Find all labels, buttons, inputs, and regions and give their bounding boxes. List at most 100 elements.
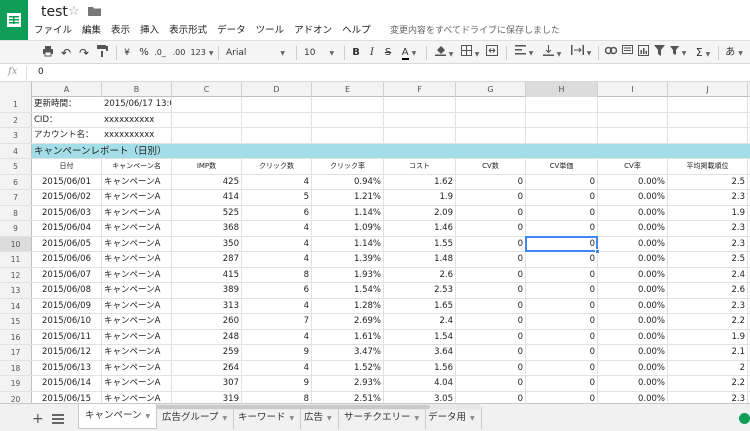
column-header-j[interactable]: J	[668, 82, 748, 97]
formula-input[interactable]: 0	[38, 67, 44, 77]
data-cell[interactable]: 259	[172, 345, 242, 360]
data-cell[interactable]: 1.9	[384, 190, 456, 205]
grid-cell[interactable]	[456, 128, 526, 143]
font-family-select[interactable]: Arial ▼	[224, 45, 292, 61]
column-header-c[interactable]: C	[172, 82, 242, 97]
data-cell[interactable]: 2.4	[384, 314, 456, 329]
grid-cell[interactable]	[526, 97, 598, 112]
paint-format-icon[interactable]	[94, 45, 110, 61]
grid-cell[interactable]	[526, 112, 598, 127]
row-header[interactable]: 7	[0, 190, 32, 205]
row-header[interactable]: 17	[0, 345, 32, 360]
data-cell[interactable]: 3.47%	[312, 345, 384, 360]
data-cell[interactable]: 2015/06/08	[32, 283, 102, 298]
data-cell[interactable]: 0	[526, 345, 598, 360]
menu-insert[interactable]: 挿入	[140, 24, 159, 38]
data-cell[interactable]: 0	[456, 376, 526, 391]
data-cell[interactable]: 313	[172, 298, 242, 313]
data-cell[interactable]: 5	[242, 190, 312, 205]
menu-addons[interactable]: アドオン	[294, 24, 332, 38]
column-title[interactable]: 平均掲載順位	[668, 159, 748, 174]
data-cell[interactable]: 2015/06/05	[32, 236, 102, 251]
data-cell[interactable]: 0.00%	[598, 391, 668, 403]
data-cell[interactable]: 1.39%	[312, 252, 384, 267]
data-cell[interactable]: 4	[242, 221, 312, 236]
data-cell[interactable]: 0	[456, 174, 526, 189]
data-cell[interactable]: 2015/06/10	[32, 314, 102, 329]
data-cell[interactable]: 8	[242, 391, 312, 403]
data-cell[interactable]: 8	[242, 267, 312, 282]
row-header[interactable]: 20	[0, 391, 32, 403]
data-cell[interactable]: 1.9	[668, 329, 748, 344]
row-header[interactable]: 3	[0, 128, 32, 143]
save-status[interactable]: 変更内容をすべてドライブに保存しました	[390, 24, 560, 38]
data-cell[interactable]: キャンペーンA	[102, 190, 172, 205]
grid-cell[interactable]	[668, 128, 748, 143]
data-cell[interactable]: 525	[172, 205, 242, 220]
row-header[interactable]: 11	[0, 252, 32, 267]
data-cell[interactable]: 0	[526, 376, 598, 391]
grid-cell[interactable]	[668, 97, 748, 112]
data-cell[interactable]: 0	[456, 329, 526, 344]
grid-cell[interactable]	[312, 112, 384, 127]
data-cell[interactable]: 350	[172, 236, 242, 251]
select-all-corner[interactable]	[0, 82, 32, 97]
row-header[interactable]: 9	[0, 221, 32, 236]
data-cell[interactable]: 1.46	[384, 221, 456, 236]
column-header-h[interactable]: H	[526, 82, 598, 97]
data-cell[interactable]: 0.00%	[598, 376, 668, 391]
print-icon[interactable]	[40, 45, 56, 61]
data-cell[interactable]: 6	[242, 205, 312, 220]
sheet-tab[interactable]: サーチクエリー ▼	[338, 407, 427, 429]
sheet-tab[interactable]: 広告グループ ▼	[156, 407, 235, 429]
data-cell[interactable]: 4	[242, 360, 312, 375]
data-cell[interactable]: 1.52%	[312, 360, 384, 375]
column-header-d[interactable]: D	[242, 82, 312, 97]
data-cell[interactable]: 1.14%	[312, 236, 384, 251]
menu-data[interactable]: データ	[217, 24, 246, 38]
data-cell[interactable]: 2.2	[668, 314, 748, 329]
text-color-button[interactable]: A ▼	[398, 45, 420, 61]
data-cell[interactable]: 0	[526, 221, 598, 236]
grid-cell[interactable]	[312, 128, 384, 143]
data-cell[interactable]: 0	[456, 391, 526, 403]
data-cell[interactable]: 0	[526, 267, 598, 282]
data-cell[interactable]: 0.00%	[598, 314, 668, 329]
data-cell[interactable]: 2.3	[668, 221, 748, 236]
data-cell[interactable]: 1.54	[384, 329, 456, 344]
data-cell[interactable]: 0	[456, 190, 526, 205]
data-cell[interactable]: 0	[456, 314, 526, 329]
data-cell[interactable]: 2.2	[668, 376, 748, 391]
insert-comment-icon[interactable]	[620, 45, 634, 61]
sheet-tab[interactable]: 広告 ▼	[298, 407, 339, 429]
info-value[interactable]: xxxxxxxxxx	[102, 128, 172, 143]
functions-button[interactable]: Σ ▼	[692, 45, 714, 61]
column-title[interactable]: キャンペーン名	[102, 159, 172, 174]
info-label[interactable]: CID：	[32, 113, 102, 128]
row-header[interactable]: 16	[0, 329, 32, 344]
data-cell[interactable]: 0.00%	[598, 283, 668, 298]
data-cell[interactable]: 2	[668, 360, 748, 375]
data-cell[interactable]: 0	[526, 174, 598, 189]
data-cell[interactable]: 2.53	[384, 283, 456, 298]
data-cell[interactable]: 0.00%	[598, 345, 668, 360]
currency-icon[interactable]: ¥	[122, 45, 132, 61]
column-title[interactable]: CV率	[598, 159, 668, 174]
fill-handle[interactable]	[595, 249, 600, 254]
data-cell[interactable]: 1.55	[384, 236, 456, 251]
row-header[interactable]: 8	[0, 205, 32, 220]
strikethrough-button[interactable]: S	[382, 45, 394, 61]
grid-cell[interactable]	[312, 97, 384, 112]
data-cell[interactable]: 4	[242, 236, 312, 251]
column-title[interactable]: IMP数	[172, 159, 242, 174]
data-cell[interactable]: 2015/06/14	[32, 376, 102, 391]
column-title[interactable]: クリック率	[312, 159, 384, 174]
filter-icon[interactable]	[652, 45, 666, 61]
data-cell[interactable]: 0.00%	[598, 360, 668, 375]
data-cell[interactable]: 2.3	[668, 391, 748, 403]
data-cell[interactable]: 9	[242, 345, 312, 360]
menu-tools[interactable]: ツール	[256, 24, 285, 38]
data-cell[interactable]: 319	[172, 391, 242, 403]
data-cell[interactable]: 0	[456, 236, 526, 251]
grid-cell[interactable]	[384, 128, 456, 143]
